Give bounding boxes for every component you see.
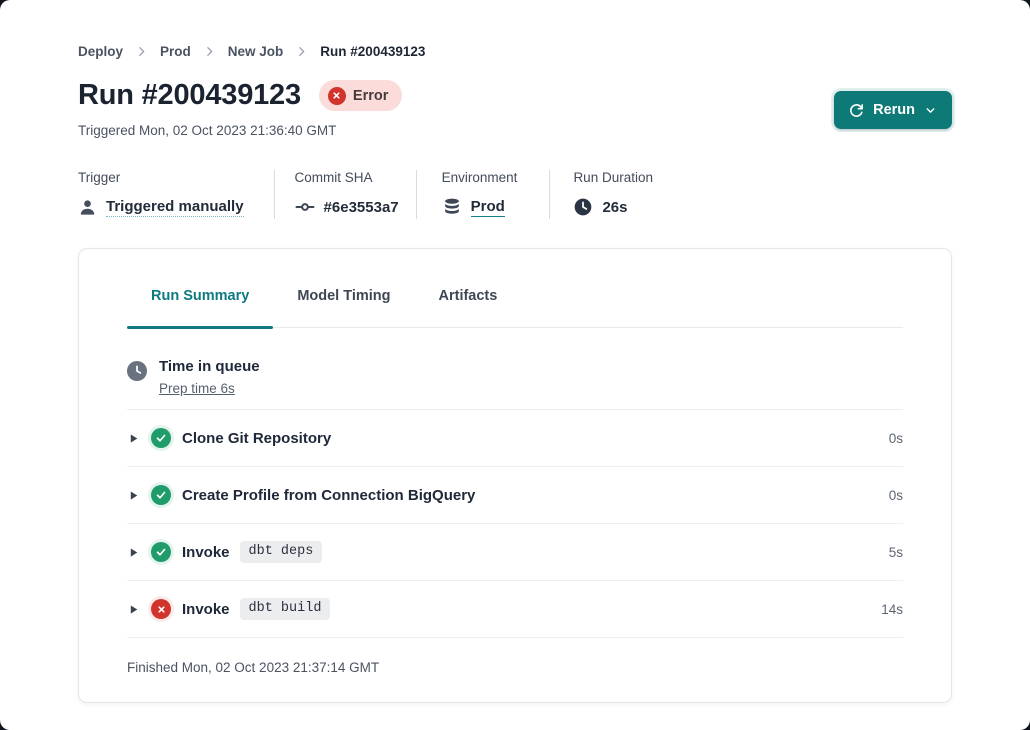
title-row: Run #200439123 Error: [78, 79, 402, 112]
prep-time-link[interactable]: Prep time 6s: [159, 381, 235, 396]
caret-right-icon[interactable]: [127, 489, 140, 502]
tabs: Run Summary Model Timing Artifacts: [127, 285, 903, 328]
step-duration: 5s: [889, 545, 903, 560]
triggered-timestamp: Triggered Mon, 02 Oct 2023 21:36:40 GMT: [78, 123, 336, 138]
meta-trigger-label: Trigger: [78, 170, 244, 185]
finished-timestamp: Finished Mon, 02 Oct 2023 21:37:14 GMT: [127, 638, 903, 675]
command-chip: dbt deps: [240, 541, 323, 563]
caret-right-icon[interactable]: [127, 432, 140, 445]
command-chip: dbt build: [240, 598, 331, 620]
breadcrumb-deploy[interactable]: Deploy: [78, 44, 123, 59]
run-summary-card: Run Summary Model Timing Artifacts Time …: [78, 248, 952, 703]
trigger-value[interactable]: Triggered manually: [106, 198, 244, 217]
queue-row: Time in queue Prep time 6s: [127, 328, 903, 410]
caret-right-icon[interactable]: [127, 546, 140, 559]
status-icon: [151, 428, 171, 448]
person-icon: [78, 198, 97, 217]
clock-icon: [127, 361, 147, 381]
run-duration-value: 26s: [602, 199, 627, 216]
status-icon: [151, 542, 171, 562]
caret-right-icon[interactable]: [127, 603, 140, 616]
step-title: Invoke: [182, 601, 230, 618]
step-duration: 0s: [889, 488, 903, 503]
breadcrumb: Deploy Prod New Job Run #200439123: [78, 44, 425, 59]
tab-run-summary[interactable]: Run Summary: [127, 285, 273, 327]
meta-commit-label: Commit SHA: [295, 170, 399, 185]
step-row-create-profile[interactable]: Create Profile from Connection BigQuery …: [127, 467, 903, 524]
meta-environment-label: Environment: [442, 170, 518, 185]
meta-environment: Environment Prod: [417, 170, 550, 219]
environment-link[interactable]: Prod: [471, 198, 505, 217]
chevron-right-icon: [203, 45, 216, 58]
meta-commit-sha: Commit SHA #6e3553a7: [275, 170, 416, 219]
meta-duration-label: Run Duration: [573, 170, 653, 185]
database-icon: [442, 197, 462, 217]
status-icon: [151, 485, 171, 505]
step-title: Invoke: [182, 544, 230, 561]
rerun-refresh-icon: [849, 103, 864, 118]
step-row-invoke-dbt-deps[interactable]: Invoke dbt deps 5s: [127, 524, 903, 581]
commit-icon: [295, 197, 315, 217]
breadcrumb-current-run: Run #200439123: [320, 44, 425, 59]
meta-trigger: Trigger Triggered manually: [78, 170, 274, 219]
queue-title: Time in queue: [159, 353, 260, 375]
rerun-button-label: Rerun: [873, 102, 915, 118]
rerun-button[interactable]: Rerun: [834, 91, 952, 129]
page: Deploy Prod New Job Run #200439123 Run #…: [0, 0, 1030, 730]
breadcrumb-prod[interactable]: Prod: [160, 44, 191, 59]
commit-sha-value: #6e3553a7: [324, 199, 399, 216]
tab-artifacts[interactable]: Artifacts: [415, 285, 522, 327]
status-icon: [151, 599, 171, 619]
tab-model-timing[interactable]: Model Timing: [273, 285, 414, 327]
chevron-down-icon: [924, 104, 937, 117]
meta-run-duration: Run Duration 26s: [550, 170, 653, 219]
status-badge-label: Error: [353, 88, 388, 104]
step-title: Create Profile from Connection BigQuery: [182, 487, 475, 504]
chevron-right-icon: [295, 45, 308, 58]
step-duration: 14s: [881, 602, 903, 617]
page-title: Run #200439123: [78, 79, 301, 112]
status-badge: Error: [319, 80, 402, 111]
step-duration: 0s: [889, 431, 903, 446]
clock-icon: [573, 197, 593, 217]
step-row-clone-git[interactable]: Clone Git Repository 0s: [127, 410, 903, 467]
run-meta-row: Trigger Triggered manually Commit SHA #6…: [78, 170, 653, 219]
chevron-right-icon: [135, 45, 148, 58]
breadcrumb-new-job[interactable]: New Job: [228, 44, 284, 59]
step-title: Clone Git Repository: [182, 430, 331, 447]
step-row-invoke-dbt-build[interactable]: Invoke dbt build 14s: [127, 581, 903, 638]
error-x-icon: [328, 87, 346, 105]
